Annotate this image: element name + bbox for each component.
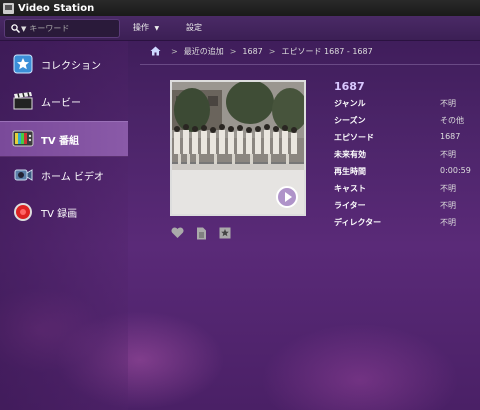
sidebar-item-label: コレクション xyxy=(41,60,101,72)
sidebar-item-collection[interactable]: コレクション xyxy=(0,47,128,81)
sidebar-item-label: ムービー xyxy=(41,97,81,109)
breadcrumb-separator: > xyxy=(171,46,178,56)
info-key: 未来有効 xyxy=(334,150,366,159)
operation-label: 操作 xyxy=(133,23,149,32)
info-value: 不明 xyxy=(440,150,456,159)
search-caret-icon[interactable]: ▼ xyxy=(21,25,26,33)
star-icon xyxy=(12,53,34,75)
info-value: 不明 xyxy=(440,99,456,108)
info-row-genre: ジャンル 不明 xyxy=(334,98,474,112)
video-thumbnail[interactable] xyxy=(170,80,306,216)
sidebar-item-tv-programs[interactable]: TV 番組 xyxy=(0,121,128,157)
info-row-duration: 再生時間 0:00:59 xyxy=(334,166,474,180)
breadcrumb-item-episode: エピソード 1687 - 1687 xyxy=(281,46,373,56)
window-titlebar: Video Station xyxy=(0,0,480,16)
search-input[interactable] xyxy=(29,24,110,33)
info-value: 1687 xyxy=(440,132,461,141)
info-value: 不明 xyxy=(440,201,456,210)
info-row-season: シーズン その他 xyxy=(334,115,474,129)
breadcrumb-item-series[interactable]: 1687 xyxy=(242,47,262,56)
info-key: エピソード xyxy=(334,133,374,142)
info-value: その他 xyxy=(440,116,464,125)
breadcrumb-item-recent[interactable]: 最近の追加 xyxy=(184,46,224,57)
breadcrumb-separator: > xyxy=(268,46,276,56)
app-title: Video Station xyxy=(18,2,95,14)
sidebar-item-label: TV 録画 xyxy=(41,208,78,220)
tv-icon xyxy=(12,128,34,150)
record-icon xyxy=(12,201,34,223)
operation-menu-button[interactable]: 操作 ▼ xyxy=(133,22,159,33)
chevron-down-icon: ▼ xyxy=(154,25,160,32)
info-key: ディレクター xyxy=(334,218,382,227)
info-row-writer: ライター 不明 xyxy=(334,200,474,214)
info-value: 不明 xyxy=(440,184,456,193)
star-collection-icon[interactable] xyxy=(218,226,232,240)
info-row-director: ディレクター 不明 xyxy=(334,217,474,231)
home-icon[interactable] xyxy=(150,46,161,56)
sidebar-item-label: ホーム ビデオ xyxy=(41,171,104,183)
sidebar-item-movie[interactable]: ムービー xyxy=(0,84,128,118)
search-icon[interactable] xyxy=(11,24,20,33)
info-value: 0:00:59 xyxy=(440,166,471,175)
video-station-app-icon xyxy=(3,2,14,14)
breadcrumb: > 最近の追加 > 1687 > エピソード 1687 - 1687 xyxy=(150,44,373,58)
info-key: シーズン xyxy=(334,116,366,125)
clapperboard-icon xyxy=(12,90,34,112)
document-icon[interactable] xyxy=(194,226,208,240)
info-row-episode: エピソード 1687 xyxy=(334,132,474,146)
info-value: 不明 xyxy=(440,218,456,227)
info-key: キャスト xyxy=(334,184,366,193)
info-key: 再生時間 xyxy=(334,167,366,176)
sidebar-item-home-video[interactable]: ホーム ビデオ xyxy=(0,158,128,192)
play-button[interactable] xyxy=(276,186,298,208)
info-key: ジャンル xyxy=(334,99,366,108)
info-row-availability: 未来有効 不明 xyxy=(334,149,474,163)
info-key: ライター xyxy=(334,201,366,210)
settings-button[interactable]: 設定 xyxy=(186,22,202,33)
sidebar-item-tv-recording[interactable]: TV 録画 xyxy=(0,195,128,229)
breadcrumb-separator: > xyxy=(229,46,237,56)
camcorder-icon xyxy=(12,164,34,186)
info-row-cast: キャスト 不明 xyxy=(334,183,474,197)
video-actions xyxy=(170,226,232,240)
sidebar-item-label: TV 番組 xyxy=(41,135,80,147)
breadcrumb-divider xyxy=(140,64,480,65)
search-box[interactable]: ▼ xyxy=(4,19,120,38)
toolbar: ▼ 操作 ▼ 設定 xyxy=(0,16,480,41)
sidebar: コレクション ムービー TV 番組 ホーム ビデオ TV 録画 xyxy=(0,41,128,410)
heart-icon[interactable] xyxy=(170,226,184,240)
episode-title: 1687 xyxy=(334,80,365,93)
